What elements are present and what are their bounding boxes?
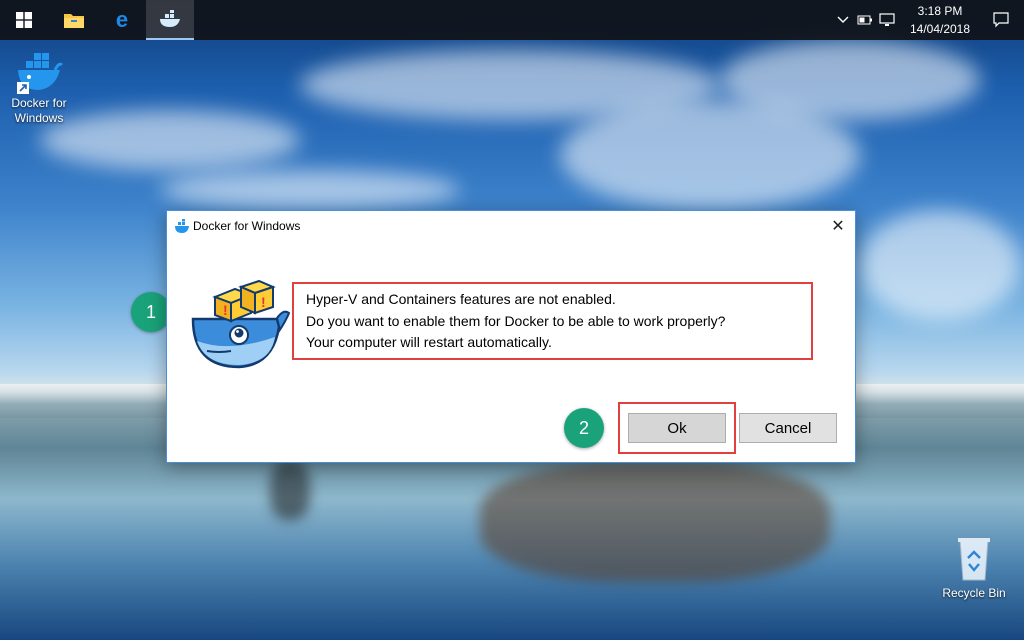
- desktop-icon-label: Docker for Windows: [11, 96, 67, 125]
- dialog-title: Docker for Windows: [193, 219, 301, 233]
- desktop-icon-recycle-bin[interactable]: Recycle Bin: [938, 536, 1010, 601]
- wallpaper-cloud: [40, 110, 300, 170]
- close-button[interactable]: ✕: [821, 211, 855, 241]
- file-explorer-icon: [64, 14, 84, 28]
- windows-start-icon: [16, 12, 32, 28]
- wallpaper-cloud: [860, 210, 1020, 320]
- recycle-bin-icon: [950, 536, 998, 584]
- close-icon: ✕: [831, 218, 845, 235]
- network-button[interactable]: [876, 0, 898, 40]
- step-marker-2: 2: [564, 408, 604, 448]
- desktop-icon-docker[interactable]: Docker for Windows: [3, 46, 75, 126]
- file-explorer-button[interactable]: [50, 0, 98, 40]
- system-tray: 3:18 PM 14/04/2018: [832, 0, 1024, 40]
- svg-text:e: e: [116, 9, 128, 31]
- chevron-up-icon: [837, 16, 849, 23]
- wallpaper-figure-reflection: [270, 460, 310, 520]
- docker-shortcut-icon: [15, 46, 64, 94]
- svg-text:!: !: [223, 302, 228, 318]
- step-marker-1: 1: [131, 292, 171, 332]
- edge-button[interactable]: e: [98, 0, 146, 40]
- battery-icon: [857, 15, 872, 25]
- ok-button[interactable]: Ok: [628, 413, 726, 443]
- battery-button[interactable]: [854, 0, 876, 40]
- docker-dialog: Docker for Windows ✕ ! ! Hyper-V and Con…: [166, 210, 856, 463]
- clock[interactable]: 3:18 PM 14/04/2018: [902, 2, 978, 38]
- docker-icon: [175, 219, 189, 233]
- taskbar: e 3:18 PM 14/04/2018: [0, 0, 1024, 40]
- show-hidden-icons-button[interactable]: [832, 0, 854, 40]
- desktop-icon-label: Recycle Bin: [942, 586, 1006, 600]
- docker-taskbar-button[interactable]: [146, 0, 194, 40]
- clock-date: 14/04/2018: [909, 22, 971, 36]
- message-line-1: Hyper-V and Containers features are not …: [306, 291, 616, 307]
- wallpaper-cloud: [720, 40, 980, 120]
- cancel-button[interactable]: Cancel: [739, 413, 837, 443]
- wallpaper-cloud: [160, 170, 460, 210]
- action-center-button[interactable]: [978, 0, 1024, 40]
- network-icon: [879, 13, 895, 26]
- dialog-titlebar[interactable]: Docker for Windows ✕: [167, 211, 855, 241]
- svg-text:!: !: [261, 294, 266, 310]
- message-line-2: Do you want to enable them for Docker to…: [306, 312, 726, 329]
- docker-warning-mascot-icon: ! !: [191, 279, 291, 369]
- action-center-icon: [993, 12, 1009, 28]
- edge-icon: e: [116, 9, 128, 31]
- wallpaper-rock-reflection: [480, 462, 830, 582]
- docker-icon: [160, 10, 180, 27]
- message-text: Hyper-V and Containers features are not …: [292, 282, 813, 360]
- clock-time: 3:18 PM: [917, 4, 963, 18]
- desktop: e 3:18 PM 14/04/2018 Docker for Windows …: [0, 0, 1024, 640]
- start-button[interactable]: [0, 0, 48, 40]
- message-line-3: Your computer will restart automatically…: [306, 334, 552, 350]
